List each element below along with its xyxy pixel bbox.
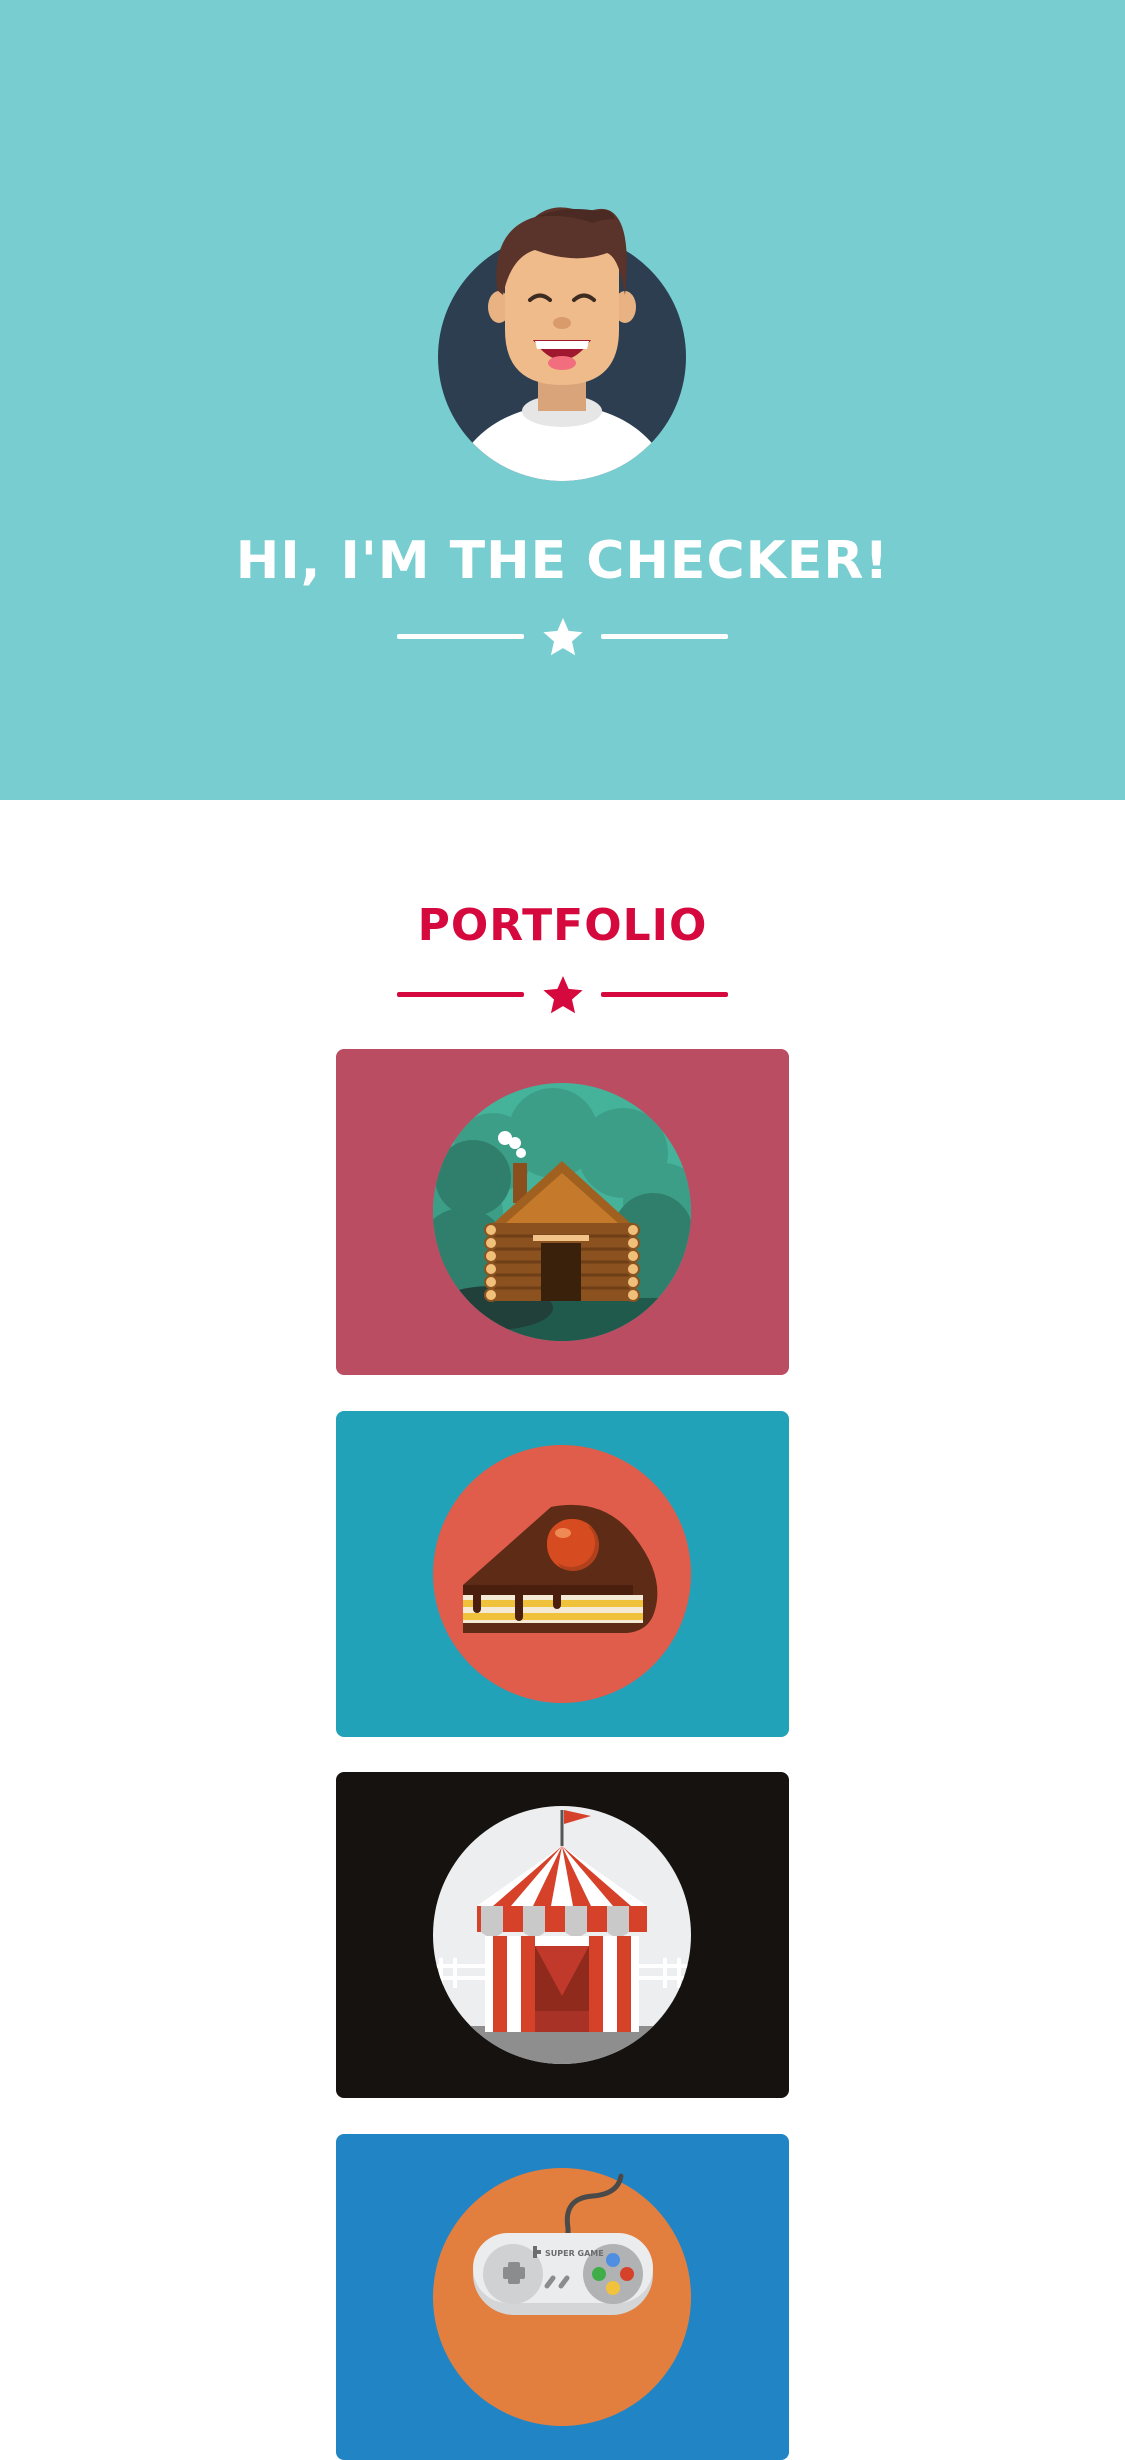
masthead: HI, I'M THE CHECKER! (0, 0, 1125, 800)
divider-line-right (601, 634, 728, 639)
game-controller-icon: SUPER GAME (433, 2168, 691, 2426)
divider-line-left (397, 634, 524, 639)
divider-line-right (601, 992, 728, 997)
page-title: HI, I'M THE CHECKER! (235, 531, 890, 591)
portfolio-item-cabin[interactable] (336, 1049, 789, 1375)
star-icon (543, 976, 583, 1014)
portfolio-item-game[interactable]: SUPER GAME (336, 2134, 789, 2460)
log-cabin-icon (433, 1083, 691, 1341)
hero-divider (397, 616, 728, 658)
cake-slice-icon (433, 1445, 691, 1703)
controller-logo-text: SUPER GAME (545, 2249, 604, 2258)
portfolio-heading: PORTFOLIO (417, 900, 708, 951)
divider-line-left (397, 992, 524, 997)
star-icon (543, 618, 583, 656)
smiling-man-avatar-icon (438, 207, 686, 481)
portfolio-divider (397, 974, 728, 1016)
circus-tent-icon (433, 1806, 691, 2064)
portfolio-item-circus[interactable] (336, 1772, 789, 2098)
portfolio-item-cake[interactable] (336, 1411, 789, 1737)
